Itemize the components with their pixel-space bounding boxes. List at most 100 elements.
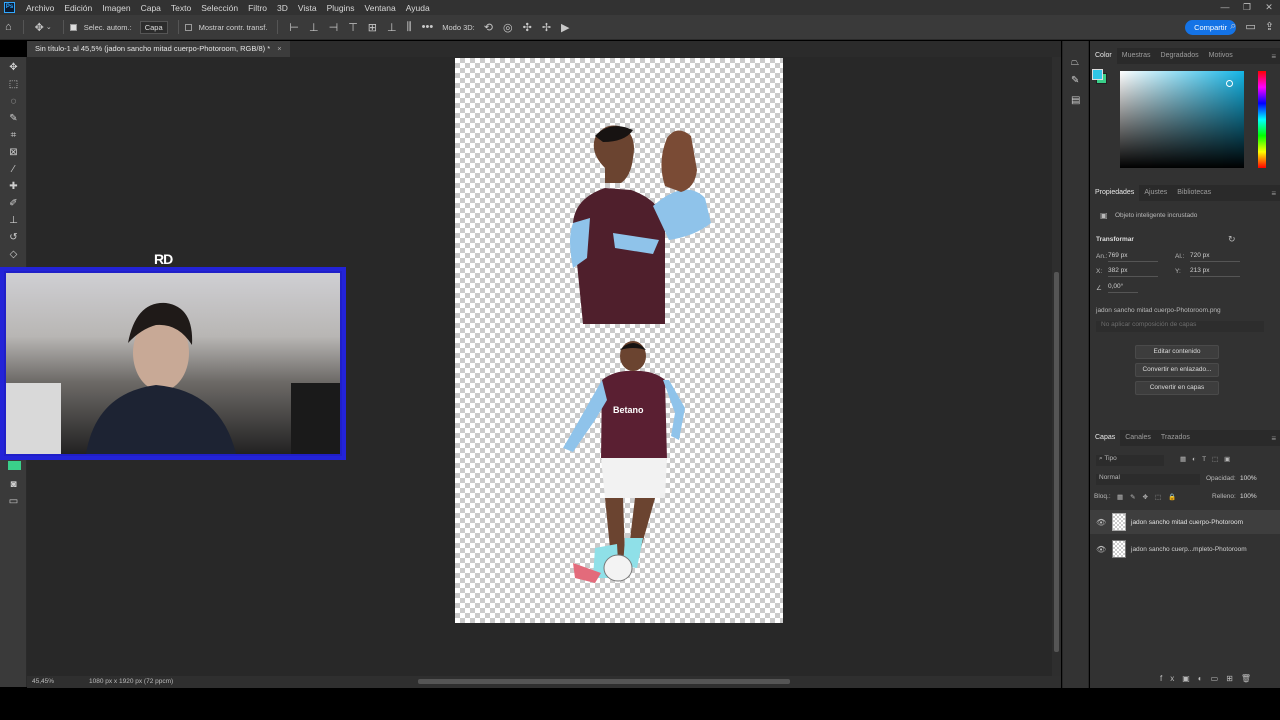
history-brush-icon[interactable]: ↺ (6, 231, 21, 245)
vertical-scrollbar[interactable] (1052, 57, 1061, 676)
align-right-icon[interactable]: ⊣ (329, 21, 339, 34)
minimize-icon[interactable]: — (1214, 0, 1236, 15)
width-field[interactable]: 769 px (1108, 252, 1158, 262)
tab-ajustes[interactable]: Ajustes (1139, 185, 1172, 201)
tab-color[interactable]: Color (1090, 48, 1117, 64)
brush-settings-icon[interactable]: ✎ (1071, 75, 1079, 86)
fill-value[interactable]: 100% (1240, 493, 1257, 500)
share-arrow-icon[interactable]: ⇪ (1265, 20, 1274, 33)
menu-archivo[interactable]: Archivo (21, 3, 59, 13)
transform-controls-checkbox[interactable] (184, 23, 192, 31)
color-swatch-icon[interactable] (8, 461, 21, 470)
slide-3d-icon[interactable]: ✢ (542, 21, 551, 34)
close-icon[interactable]: ✕ (1258, 0, 1280, 15)
layer-name[interactable]: jadon sancho cuerp...mpleto-Photoroom (1131, 546, 1247, 553)
tab-bibliotecas[interactable]: Bibliotecas (1172, 185, 1216, 201)
align-top-icon[interactable]: ⊤ (348, 21, 358, 34)
align-bottom-icon[interactable]: ⊥ (387, 21, 397, 34)
healing-brush-icon[interactable]: ✚ (6, 180, 21, 194)
lasso-tool-icon[interactable]: ◌ (6, 95, 21, 109)
layer-filter-dropdown[interactable]: ⌕ Tipo (1096, 455, 1164, 466)
eyedropper-tool-icon[interactable]: ⁄ (6, 163, 21, 177)
auto-select-checkbox[interactable] (69, 23, 77, 31)
edit-contents-button[interactable]: Editar contenido (1135, 345, 1219, 359)
scroll-thumb[interactable] (1054, 272, 1059, 652)
brush-tool-icon[interactable]: ✐ (6, 197, 21, 211)
eye-icon[interactable]: 👁 (1096, 545, 1106, 554)
menu-vista[interactable]: Vista (293, 3, 322, 13)
layer-row[interactable]: 👁 jadon sancho cuerp...mpleto-Photoroom (1090, 537, 1280, 561)
quick-mask-icon[interactable]: ◙ (6, 478, 21, 492)
orbit-3d-icon[interactable]: ⟲ (484, 21, 493, 34)
menu-ayuda[interactable]: Ayuda (401, 3, 435, 13)
foreground-color-swatch[interactable] (1092, 69, 1103, 80)
height-field[interactable]: 720 px (1190, 252, 1240, 262)
align-center-icon[interactable]: ⊥ (309, 21, 319, 34)
lock-icons[interactable]: ▦✎✥⬚🔒 (1117, 493, 1183, 501)
menu-filtro[interactable]: Filtro (243, 3, 272, 13)
menu-ventana[interactable]: Ventana (360, 3, 401, 13)
layer-row[interactable]: 👁 jadon sancho mitad cuerpo-Photoroom (1090, 510, 1280, 534)
menu-plugins[interactable]: Plugins (322, 3, 360, 13)
y-field[interactable]: 213 px (1190, 267, 1240, 277)
video-camera-icon[interactable]: ▶ (561, 21, 569, 34)
move-tool-icon[interactable]: ✥ (6, 61, 21, 75)
chevron-down-icon[interactable]: ⌄ (46, 23, 52, 31)
crop-tool-icon[interactable]: ⌗ (6, 129, 21, 143)
close-tab-icon[interactable]: × (277, 44, 281, 53)
horizontal-scrollbar[interactable] (418, 679, 790, 684)
move-tool-icon[interactable]: ✥ (35, 21, 44, 34)
menu-capa[interactable]: Capa (136, 3, 166, 13)
tab-degradados[interactable]: Degradados (1156, 48, 1204, 64)
distribute-icon[interactable]: ⫼ (407, 21, 412, 34)
comments-icon[interactable]: ▤ (1071, 95, 1080, 106)
menu-3d[interactable]: 3D (272, 3, 293, 13)
menu-imagen[interactable]: Imagen (97, 3, 135, 13)
screen-mode-icon[interactable]: ▭ (6, 495, 21, 509)
tab-muestras[interactable]: Muestras (1117, 48, 1156, 64)
history-icon[interactable]: ⏢ (1071, 57, 1079, 68)
align-middle-icon[interactable]: ⊞ (368, 21, 377, 34)
menu-texto[interactable]: Texto (166, 3, 196, 13)
home-icon[interactable]: ⌂ (5, 21, 12, 33)
workspace-icon[interactable]: ▭ (1245, 20, 1255, 33)
blend-mode-dropdown[interactable]: Normal (1096, 474, 1200, 485)
tab-trazados[interactable]: Trazados (1156, 430, 1195, 446)
opacity-value[interactable]: 100% (1240, 475, 1257, 482)
roll-3d-icon[interactable]: ◎ (503, 21, 513, 34)
more-icon[interactable]: ••• (422, 21, 434, 33)
layer-footer-icons[interactable]: fx▣◐▭⊞🗑 (1160, 674, 1259, 683)
panel-menu-icon[interactable]: ≡ (1271, 189, 1276, 198)
color-picker-cursor[interactable] (1226, 80, 1233, 87)
tab-capas[interactable]: Capas (1090, 430, 1121, 446)
layer-name[interactable]: jadon sancho mitad cuerpo-Photoroom (1131, 519, 1243, 526)
menu-seleccion[interactable]: Selección (196, 3, 243, 13)
layer-filter-icons[interactable]: ▦◐T⬚▣ (1180, 455, 1236, 463)
restore-icon[interactable]: ❐ (1236, 0, 1258, 15)
auto-select-dropdown[interactable]: Capa (139, 20, 168, 34)
color-picker-field[interactable] (1120, 71, 1244, 168)
angle-field[interactable]: 0,00° (1108, 283, 1138, 293)
clone-stamp-icon[interactable]: ⊥ (6, 214, 21, 228)
tab-propiedades[interactable]: Propiedades (1090, 185, 1140, 201)
drag-3d-icon[interactable]: ✣ (523, 21, 532, 34)
document-canvas[interactable]: Betano (455, 58, 783, 623)
zoom-level[interactable]: 45,45% (32, 678, 54, 685)
x-field[interactable]: 382 px (1108, 267, 1158, 277)
hue-slider[interactable] (1258, 71, 1266, 168)
convert-to-linked-button[interactable]: Convertir en enlazado... (1135, 363, 1219, 377)
layer-comp-dropdown[interactable]: No aplicar composición de capas (1096, 321, 1264, 332)
eraser-tool-icon[interactable]: ◇ (6, 248, 21, 262)
tab-motivos[interactable]: Motivos (1204, 48, 1238, 64)
panel-menu-icon[interactable]: ≡ (1271, 52, 1276, 61)
panel-menu-icon[interactable]: ≡ (1271, 434, 1276, 443)
quick-select-tool-icon[interactable]: ✎ (6, 112, 21, 126)
reset-transform-icon[interactable]: ↻ (1228, 234, 1236, 245)
frame-tool-icon[interactable]: ⊠ (6, 146, 21, 160)
tab-canales[interactable]: Canales (1120, 430, 1156, 446)
document-tab[interactable]: Sin título-1 al 45,5% (jadon sancho mita… (27, 41, 290, 57)
align-left-icon[interactable]: ⊢ (289, 21, 299, 34)
search-icon[interactable]: ⌕ (1230, 20, 1236, 33)
eye-icon[interactable]: 👁 (1096, 518, 1106, 527)
marquee-tool-icon[interactable]: ⬚ (6, 78, 21, 92)
